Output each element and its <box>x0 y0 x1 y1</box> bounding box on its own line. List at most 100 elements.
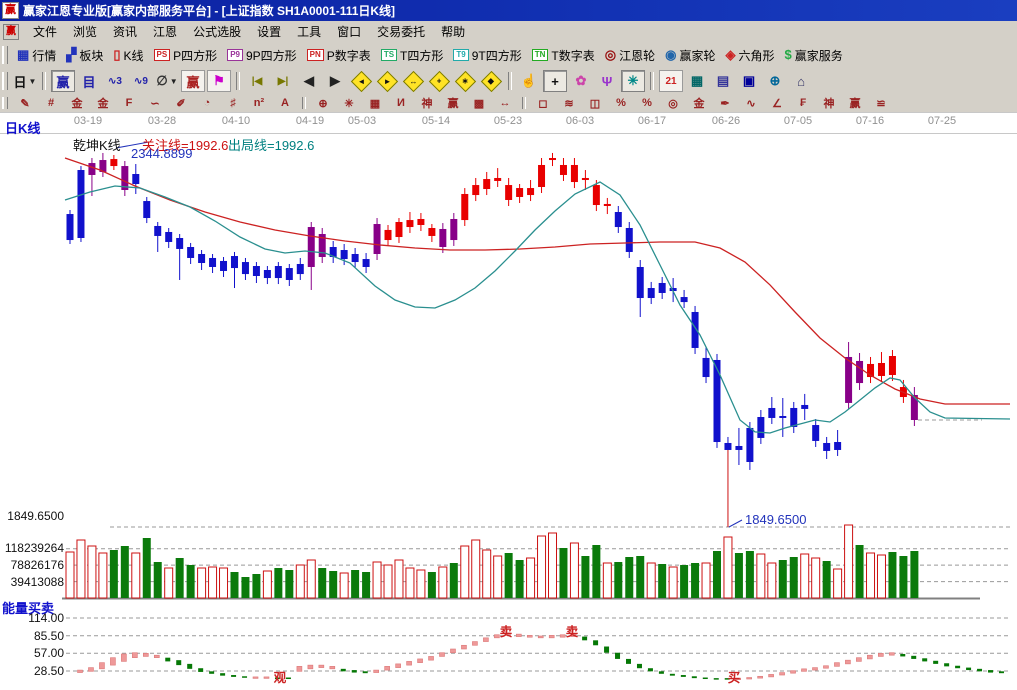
diamond-right-button[interactable]: ► <box>375 70 399 92</box>
time-circle-tool[interactable]: ◔ <box>194 94 220 112</box>
winner-wheel-button[interactable]: ◉赢家轮 <box>663 46 717 65</box>
wave9-button[interactable]: ∿9 <box>129 70 153 92</box>
toolbar-grip[interactable] <box>2 97 8 110</box>
cycle-dropdown[interactable]: ∅▼ <box>155 70 179 92</box>
f-angle-tool[interactable]: ₣ <box>790 94 816 112</box>
next-button[interactable]: ▶ <box>323 70 347 92</box>
gold-line-tool[interactable]: 金 <box>90 94 116 112</box>
density-tool[interactable]: ♯ <box>220 94 246 112</box>
chart-canvas[interactable]: 观卖卖买 <box>0 112 1017 690</box>
t-square-button[interactable]: TST四方形 <box>379 46 446 65</box>
percent-line-tool[interactable]: % <box>634 94 660 112</box>
shen-line-tool[interactable]: 神 <box>816 94 842 112</box>
gann-circle-tool[interactable]: ⊕ <box>310 94 336 112</box>
menu-item-0[interactable]: 文件 <box>25 21 65 42</box>
last-page-button[interactable]: ▶| <box>271 70 295 92</box>
wave3-button[interactable]: ∿3 <box>103 70 127 92</box>
p-square-button[interactable]: PSP四方形 <box>152 46 220 65</box>
menu-item-3[interactable]: 江恩 <box>145 21 185 42</box>
menu-item-1[interactable]: 浏览 <box>65 21 105 42</box>
terrace-tool[interactable]: ≌ <box>868 94 894 112</box>
angle-a-tool[interactable]: A <box>272 94 298 112</box>
workstation-button[interactable]: ⌂ <box>789 70 813 92</box>
diamond-left-button[interactable]: ◄ <box>349 70 373 92</box>
calendar-button[interactable]: 21 <box>659 70 683 92</box>
percent-box-tool[interactable]: ◫ <box>582 94 608 112</box>
candle-body <box>834 442 841 450</box>
save-button[interactable]: ▣ <box>737 70 761 92</box>
toolbar-grip[interactable] <box>2 46 8 64</box>
first-page-button[interactable]: |◀ <box>245 70 269 92</box>
diamond-plus-button[interactable]: + <box>427 70 451 92</box>
mind-tool-button[interactable]: Ψ <box>595 70 619 92</box>
sectors-button[interactable]: ▞板块 <box>64 46 105 65</box>
box-frame-tool[interactable]: ◻ <box>530 94 556 112</box>
kline-button[interactable]: ▯K线 <box>111 46 145 65</box>
t9-square-button-label: 9T四方形 <box>472 47 522 64</box>
toolbar-grip[interactable] <box>2 72 8 90</box>
info-view-button[interactable]: 目 <box>77 70 101 92</box>
gold-sect-tool[interactable]: 金 <box>686 94 712 112</box>
draw-pen-tool[interactable]: ✎ <box>12 94 38 112</box>
brush-tool[interactable]: ✐ <box>168 94 194 112</box>
quotes-button[interactable]: ▦行情 <box>15 46 58 65</box>
menu-item-9[interactable]: 帮助 <box>433 21 473 42</box>
prev-button[interactable]: ◀ <box>297 70 321 92</box>
indicator-bar <box>143 653 148 656</box>
volume-bar <box>428 572 436 598</box>
wave-line-tool[interactable]: ∿ <box>738 94 764 112</box>
t9-square-button[interactable]: T99T四方形 <box>451 46 523 65</box>
percent-tool[interactable]: % <box>608 94 634 112</box>
matrix-tool[interactable]: ▩ <box>466 94 492 112</box>
brain-tool-button[interactable]: ✳ <box>621 70 645 92</box>
diamond-full-button[interactable]: ◆ <box>479 70 503 92</box>
hand-tool-button[interactable]: ☝ <box>517 70 541 92</box>
gann-red-button[interactable]: 赢 <box>181 70 205 92</box>
winner-chart-button[interactable]: 赢 <box>51 70 75 92</box>
ray-fan-tool[interactable]: ≋ <box>556 94 582 112</box>
spiral-tool[interactable]: ∽ <box>142 94 168 112</box>
candle-body <box>538 165 545 187</box>
diamond-expand-button[interactable]: ∗ <box>453 70 477 92</box>
ink-angle-tool[interactable]: ✒ <box>712 94 738 112</box>
annotation-low-line <box>729 520 742 527</box>
p9-square-button[interactable]: P99P四方形 <box>225 46 298 65</box>
color-chart-button[interactable]: ⚑ <box>207 70 231 92</box>
hexagon-button[interactable]: ◈六角形 <box>723 46 776 65</box>
gold-grid-tool[interactable]: 金 <box>64 94 90 112</box>
n-square-tool[interactable]: n² <box>246 94 272 112</box>
volume-bar <box>494 556 502 598</box>
hatch-tool[interactable]: # <box>38 94 64 112</box>
notes-button[interactable]: ▤ <box>711 70 735 92</box>
ying-grid-tool[interactable]: 赢 <box>440 94 466 112</box>
calculator-button[interactable]: ▦ <box>685 70 709 92</box>
p-number-button[interactable]: PNP数字表 <box>305 46 373 65</box>
menu-item-5[interactable]: 设置 <box>249 21 289 42</box>
gann-wheel-button[interactable]: ◎江恩轮 <box>603 46 657 65</box>
swing-tool[interactable]: И <box>388 94 414 112</box>
menu-item-2[interactable]: 资讯 <box>105 21 145 42</box>
web-data-button[interactable]: ⊕ <box>763 70 787 92</box>
menu-item-7[interactable]: 窗口 <box>329 21 369 42</box>
shen-grid-tool[interactable]: 神 <box>414 94 440 112</box>
crosshair-tool-button[interactable]: + <box>543 70 567 92</box>
indicator-bar <box>187 664 192 669</box>
winner-service-button[interactable]: $赢家服务 <box>783 46 845 65</box>
volume-bar <box>110 550 118 598</box>
span-tool[interactable]: ↔ <box>492 94 518 112</box>
menu-item-6[interactable]: 工具 <box>289 21 329 42</box>
indicator-bar <box>922 658 927 661</box>
ying-line-tool[interactable]: 赢 <box>842 94 868 112</box>
rise-angle-tool[interactable]: ∠ <box>764 94 790 112</box>
menu-item-8[interactable]: 交易委托 <box>369 21 433 42</box>
diamond-hspan-button[interactable]: ↔ <box>401 70 425 92</box>
grid-star-tool[interactable]: ▦ <box>362 94 388 112</box>
menu-item-4[interactable]: 公式选股 <box>185 21 249 42</box>
star-web-tool[interactable]: ✳ <box>336 94 362 112</box>
period-daily-dropdown[interactable]: 日▼ <box>13 70 37 92</box>
gold-ring-tool[interactable]: ◎ <box>660 94 686 112</box>
f-grid-tool[interactable]: F <box>116 94 142 112</box>
tags-tool-button[interactable]: ✿ <box>569 70 593 92</box>
t-number-button[interactable]: TNT数字表 <box>530 46 597 65</box>
p-square-button-icon: PS <box>154 49 171 61</box>
